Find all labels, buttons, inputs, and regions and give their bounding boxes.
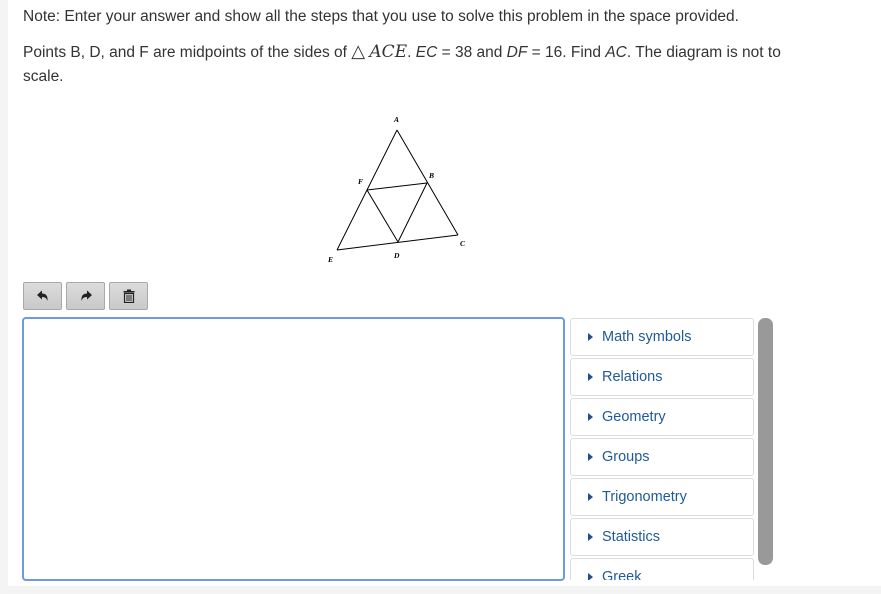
df-value: = 16. Find — [527, 44, 606, 61]
side-ac — [396, 129, 459, 236]
caret-right-icon — [588, 373, 593, 381]
redo-button[interactable] — [66, 282, 105, 310]
palette-label: Statistics — [602, 529, 661, 545]
instructions-note: Note: Enter your answer and show all the… — [23, 8, 739, 25]
ac-label: AC — [605, 44, 627, 61]
caret-right-icon — [588, 333, 593, 341]
triangle-symbol: △ — [351, 41, 366, 62]
caret-right-icon — [588, 493, 593, 501]
palette-trigonometry[interactable]: Trigonometry — [570, 478, 754, 516]
palette-label: Greek — [602, 569, 642, 580]
caret-right-icon — [588, 453, 593, 461]
editor-toolbar — [23, 282, 148, 310]
triangle-name: ACE — [369, 42, 408, 62]
palette-relations[interactable]: Relations — [570, 358, 754, 396]
delete-button[interactable] — [109, 282, 148, 310]
problem-statement: Points B, D, and F are midpoints of the … — [23, 40, 793, 89]
redo-icon — [80, 290, 92, 301]
df-label: DF — [506, 44, 528, 61]
palette-label: Relations — [602, 369, 663, 385]
symbol-palette: Math symbols Relations Geometry Groups T… — [570, 318, 754, 580]
answer-editor[interactable] — [22, 317, 565, 581]
caret-right-icon — [588, 573, 593, 580]
label-b: B — [428, 171, 434, 180]
trash-icon — [123, 289, 134, 303]
label-e: E — [327, 255, 333, 264]
label-d: D — [393, 251, 400, 260]
segment-fd — [366, 189, 399, 243]
caret-right-icon — [588, 413, 593, 421]
caret-right-icon — [588, 533, 593, 541]
palette-statistics[interactable]: Statistics — [570, 518, 754, 556]
segment-fb — [366, 182, 428, 191]
palette-groups[interactable]: Groups — [570, 438, 754, 476]
palette-label: Geometry — [602, 409, 666, 425]
label-f: F — [358, 177, 363, 186]
problem-text-2: . — [407, 44, 416, 61]
triangle-diagram: A B C D E F — [327, 115, 466, 264]
palette-greek[interactable]: Greek — [570, 558, 754, 580]
side-ec — [336, 234, 459, 251]
problem-text-1: Points B, D, and F are midpoints of the … — [23, 44, 352, 61]
palette-label: Math symbols — [602, 329, 692, 345]
palette-label: Trigonometry — [602, 489, 687, 505]
undo-icon — [36, 290, 48, 301]
ec-value: = 38 and — [437, 44, 507, 61]
segment-bd — [397, 182, 428, 243]
undo-button[interactable] — [23, 282, 62, 310]
ec-label: EC — [415, 44, 438, 61]
palette-math-symbols[interactable]: Math symbols — [570, 318, 754, 356]
label-a: A — [393, 115, 399, 124]
palette-label: Groups — [602, 449, 650, 465]
label-c: C — [460, 239, 466, 248]
palette-geometry[interactable]: Geometry — [570, 398, 754, 436]
palette-scrollbar[interactable] — [758, 318, 773, 565]
